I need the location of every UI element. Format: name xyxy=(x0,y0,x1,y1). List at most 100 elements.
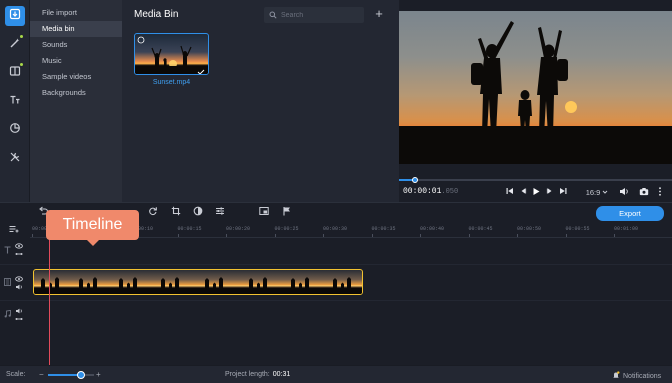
ruler-tick-label: 00:00:45 xyxy=(468,226,493,232)
search-input[interactable] xyxy=(281,11,351,19)
filters-icon xyxy=(9,64,21,82)
ruler-tick-label: 00:00:15 xyxy=(177,226,202,232)
music-track-lock-toggle[interactable] xyxy=(15,315,23,324)
ruler-tick-label: 00:00:50 xyxy=(517,226,542,232)
ruler-tick-mark xyxy=(371,234,373,237)
bell-icon xyxy=(612,371,620,381)
search-box[interactable] xyxy=(264,7,364,23)
playback-timecode: 00:00:01.050 xyxy=(403,187,458,196)
ruler-tick-label: 00:00:25 xyxy=(274,226,299,232)
crop-icon xyxy=(171,206,181,218)
titles-icon xyxy=(9,93,21,111)
crop-button[interactable] xyxy=(170,206,182,218)
preview-scrubber[interactable] xyxy=(399,177,672,183)
scrubber-handle[interactable] xyxy=(412,177,419,183)
skip-to-end-button[interactable] xyxy=(558,186,568,198)
ruler-tick-label: 00:00:30 xyxy=(323,226,348,232)
timeline-callout: Timeline xyxy=(46,210,139,246)
import-icon xyxy=(9,7,21,25)
export-button[interactable]: Export xyxy=(596,206,664,221)
notifications-button[interactable]: Notifications xyxy=(612,371,661,381)
tool-rail xyxy=(0,0,30,202)
lane-separator xyxy=(0,300,672,301)
titles-tool-button[interactable] xyxy=(5,92,25,112)
play-button[interactable] xyxy=(531,186,542,198)
media-thumbnail-sunset[interactable] xyxy=(134,33,209,75)
zoom-in-icon[interactable]: + xyxy=(96,370,101,379)
more-options-button[interactable] xyxy=(655,186,665,198)
ruler-tick-mark xyxy=(226,234,227,237)
timecode-fraction: .050 xyxy=(441,188,459,196)
lane-separator xyxy=(0,264,672,265)
filters-tool-button[interactable] xyxy=(5,63,25,83)
timeline-video-clip[interactable] xyxy=(33,269,363,295)
ruler-tick-label: 00:00:40 xyxy=(420,226,445,232)
ruler-tick-mark xyxy=(565,234,567,237)
project-length-value: 00:31 xyxy=(272,371,291,378)
media-bin-panel xyxy=(122,0,399,202)
scrubber-track xyxy=(399,179,672,181)
music-track-icon xyxy=(4,309,11,320)
skip-to-start-button[interactable] xyxy=(505,186,515,198)
skip-end-icon xyxy=(559,187,567,197)
magic-wand-icon xyxy=(9,36,21,54)
overlay-button[interactable] xyxy=(258,206,270,218)
rotate-icon xyxy=(148,206,158,218)
color-adjust-button[interactable] xyxy=(192,206,204,218)
snapshot-button[interactable] xyxy=(638,186,650,198)
timeline-tracks xyxy=(30,238,672,365)
text-track-lock-toggle[interactable] xyxy=(15,250,23,259)
ruler-tick-label: 00:01:00 xyxy=(614,226,639,232)
magic-tool-button[interactable] xyxy=(5,35,25,55)
ruler-tick-label: 00:00:35 xyxy=(371,226,396,232)
project-length-label: Project length: xyxy=(225,371,270,378)
flag-icon xyxy=(282,206,292,218)
playhead[interactable] xyxy=(49,224,50,365)
skip-start-icon xyxy=(506,187,514,197)
category-music[interactable]: Music xyxy=(30,53,122,69)
ruler-tick-mark xyxy=(468,234,470,237)
kebab-menu-icon xyxy=(658,186,662,198)
new-indicator-dot xyxy=(20,35,23,38)
category-sample-videos[interactable]: Sample videos xyxy=(30,69,122,85)
timeline-zoom-slider[interactable]: − + xyxy=(38,370,104,380)
text-track-icon xyxy=(4,246,11,256)
ruler-tick-mark xyxy=(614,234,615,237)
stickers-icon xyxy=(9,121,21,139)
notifications-label: Notifications xyxy=(623,372,662,380)
zoom-out-icon[interactable]: − xyxy=(39,370,44,379)
video-track-mute-toggle[interactable] xyxy=(15,283,23,292)
volume-icon xyxy=(619,187,629,198)
category-sounds[interactable]: Sounds xyxy=(30,37,122,53)
video-preview[interactable] xyxy=(399,11,672,164)
category-media-bin[interactable]: Media bin xyxy=(30,21,122,37)
scale-label: Scale: xyxy=(6,371,26,378)
volume-button[interactable] xyxy=(618,186,630,198)
video-editor-window: File import Media bin Sounds Music Sampl… xyxy=(0,0,672,383)
camera-icon xyxy=(639,187,649,198)
import-tool-button[interactable] xyxy=(5,6,25,26)
aspect-ratio-select[interactable]: 16:9 xyxy=(583,186,611,198)
sliders-icon xyxy=(215,206,225,218)
previous-frame-icon xyxy=(519,187,527,197)
category-backgrounds[interactable]: Backgrounds xyxy=(30,85,122,101)
add-marker-button[interactable] xyxy=(281,206,293,218)
ruler-tick-mark xyxy=(517,234,518,237)
next-frame-button[interactable] xyxy=(545,186,555,198)
zoom-handle[interactable] xyxy=(77,371,86,379)
ruler-tick-mark xyxy=(274,234,276,237)
add-track-button[interactable] xyxy=(8,224,20,236)
more-tools-button[interactable] xyxy=(5,149,25,169)
stickers-tool-button[interactable] xyxy=(5,120,25,140)
ruler-tick-label: 00:00:55 xyxy=(565,226,590,232)
category-file-import[interactable]: File import xyxy=(30,5,122,21)
ruler-tick-label: 00:00:20 xyxy=(226,226,251,232)
tools-icon xyxy=(9,150,21,168)
redo-button[interactable] xyxy=(147,206,159,218)
status-bar: Scale: − + Project length: 00:31 Notifica… xyxy=(0,365,672,383)
ruler-tick-mark xyxy=(420,234,421,237)
add-media-button[interactable]: + xyxy=(372,6,386,22)
aspect-ratio-value: 16:9 xyxy=(585,187,601,197)
clip-properties-button[interactable] xyxy=(214,206,226,218)
previous-frame-button[interactable] xyxy=(518,186,528,198)
